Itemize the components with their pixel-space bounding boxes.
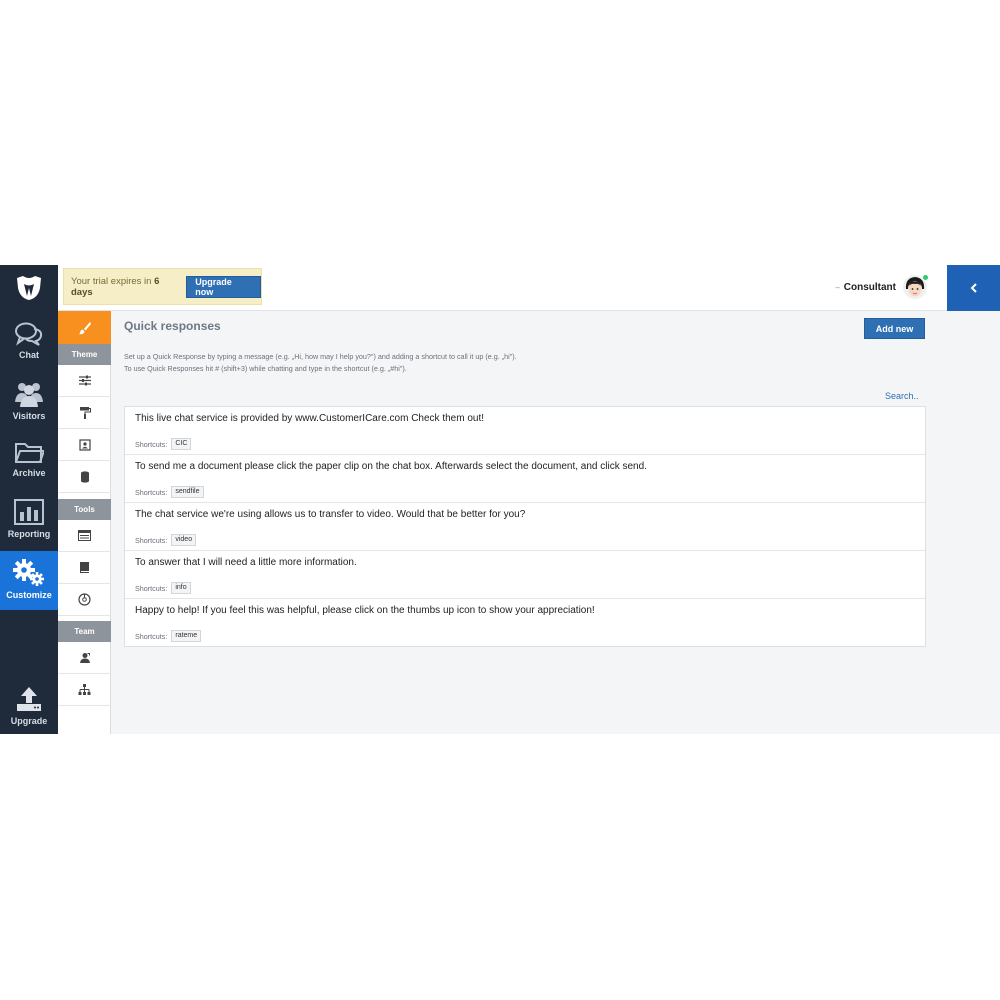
shortcut-tag[interactable]: rateme — [171, 630, 202, 642]
chevron-left-icon — [970, 283, 977, 293]
brush-icon — [78, 321, 91, 334]
submenu-item-org-chart[interactable] — [58, 674, 111, 706]
response-shortcuts: Shortcuts: CIC — [135, 438, 192, 450]
shortcut-tag[interactable]: sendfile — [171, 486, 204, 498]
add-new-button[interactable]: Add new — [864, 318, 925, 339]
main-nav: Chat Visitors Archive Reporting Customiz… — [0, 265, 58, 734]
submenu-item-book[interactable] — [58, 552, 111, 584]
submenu-item-paint[interactable] — [58, 397, 111, 429]
upgrade-now-button[interactable]: Upgrade now — [186, 275, 261, 298]
submenu-item-settings[interactable] — [58, 365, 111, 397]
chat-bubbles-icon — [15, 322, 43, 346]
shortcuts-label: Shortcuts: — [135, 583, 168, 593]
org-chart-icon — [78, 683, 91, 695]
list-item[interactable]: The chat service we're using allows us t… — [125, 503, 925, 551]
nav-label-customize: Customize — [6, 590, 52, 600]
nav-label-reporting: Reporting — [7, 529, 51, 539]
shortcuts-label: Shortcuts: — [135, 487, 168, 497]
window-icon — [78, 530, 91, 541]
shortcut-tag[interactable]: CIC — [171, 438, 192, 450]
list-item[interactable]: This live chat service is provided by ww… — [125, 407, 925, 455]
trial-prefix: Your trial expires in — [71, 275, 155, 287]
submenu-heading-theme: Theme — [58, 344, 111, 365]
collapse-panel-button[interactable] — [947, 265, 1000, 311]
database-icon — [80, 470, 89, 483]
book-icon — [80, 562, 89, 573]
response-shortcuts: Shortcuts: info — [135, 582, 191, 594]
response-shortcuts: Shortcuts: video — [135, 534, 197, 546]
bar-chart-icon — [14, 499, 44, 525]
user-name: Consultant — [843, 281, 896, 293]
page-title: Quick responses — [124, 319, 221, 333]
nav-label-upgrade: Upgrade — [10, 716, 48, 726]
app-window: Chat Visitors Archive Reporting Customiz… — [0, 265, 1000, 734]
submenu-item-user[interactable] — [58, 642, 111, 674]
nav-label-archive: Archive — [12, 468, 46, 478]
user-icon — [79, 652, 90, 663]
nav-item-chat[interactable]: Chat — [0, 315, 58, 374]
shortcut-tag[interactable]: info — [171, 582, 191, 594]
nav-item-archive[interactable]: Archive — [0, 433, 58, 492]
logo-icon[interactable] — [0, 265, 58, 311]
response-shortcuts: Shortcuts: sendfile — [135, 486, 204, 498]
folder-icon — [15, 443, 44, 463]
response-message: To answer that I will need a little more… — [135, 557, 357, 568]
submenu-brush-item[interactable] — [58, 311, 111, 344]
quick-responses-list: This live chat service is provided by ww… — [124, 406, 926, 647]
list-item[interactable]: Happy to help! If you feel this was help… — [125, 599, 925, 646]
shortcuts-label: Shortcuts: — [135, 631, 168, 641]
submenu-item-window[interactable] — [58, 520, 111, 552]
nav-item-reporting[interactable]: Reporting — [0, 492, 58, 551]
paint-roller-icon — [79, 407, 91, 419]
shortcuts-label: Shortcuts: — [135, 439, 168, 449]
upload-icon — [17, 687, 41, 711]
nav-item-upgrade[interactable]: Upgrade — [0, 679, 58, 734]
compass-icon — [78, 593, 91, 606]
top-bar: Your trial expires in 6 days Upgrade now… — [58, 265, 947, 311]
nav-item-customize[interactable]: Customize — [0, 551, 58, 610]
response-message: The chat service we're using allows us t… — [135, 509, 526, 520]
sliders-icon — [78, 375, 91, 386]
list-item[interactable]: To answer that I will need a little more… — [125, 551, 925, 599]
gears-icon — [13, 559, 44, 586]
help-text-line-1: Set up a Quick Response by typing a mess… — [124, 352, 517, 361]
visitors-icon — [15, 383, 43, 407]
trial-message: Your trial expires in 6 days — [71, 276, 183, 298]
response-message: To send me a document please click the p… — [135, 461, 647, 472]
avatar[interactable] — [903, 274, 929, 299]
customize-submenu: Theme Tools Team — [58, 311, 111, 734]
shortcut-tag[interactable]: video — [171, 534, 197, 546]
submenu-heading-tools: Tools — [58, 499, 111, 520]
help-text-line-2: To use Quick Responses hit # (shift+3) w… — [124, 364, 407, 373]
submenu-item-database[interactable] — [58, 461, 111, 493]
submenu-heading-team: Team — [58, 621, 111, 642]
nav-item-visitors[interactable]: Visitors — [0, 374, 58, 433]
trial-banner: Your trial expires in 6 days Upgrade now — [63, 268, 262, 305]
online-status-dot — [922, 274, 929, 281]
response-message: Happy to help! If you feel this was help… — [135, 605, 595, 616]
search-link[interactable]: Search.. — [885, 391, 919, 401]
list-item[interactable]: To send me a document please click the p… — [125, 455, 925, 503]
user-menu[interactable]: – Consultant — [835, 272, 929, 302]
contact-card-icon — [78, 438, 91, 451]
quick-responses-panel: Quick responses Add new Set up a Quick R… — [111, 311, 947, 734]
submenu-item-compass[interactable] — [58, 584, 111, 616]
response-message: This live chat service is provided by ww… — [135, 413, 485, 424]
shortcuts-label: Shortcuts: — [135, 535, 168, 545]
user-menu-caret-icon: – — [835, 282, 840, 292]
nav-label-visitors: Visitors — [12, 411, 46, 421]
response-shortcuts: Shortcuts: rateme — [135, 630, 202, 642]
submenu-item-contact[interactable] — [58, 429, 111, 461]
nav-label-chat: Chat — [19, 350, 39, 360]
